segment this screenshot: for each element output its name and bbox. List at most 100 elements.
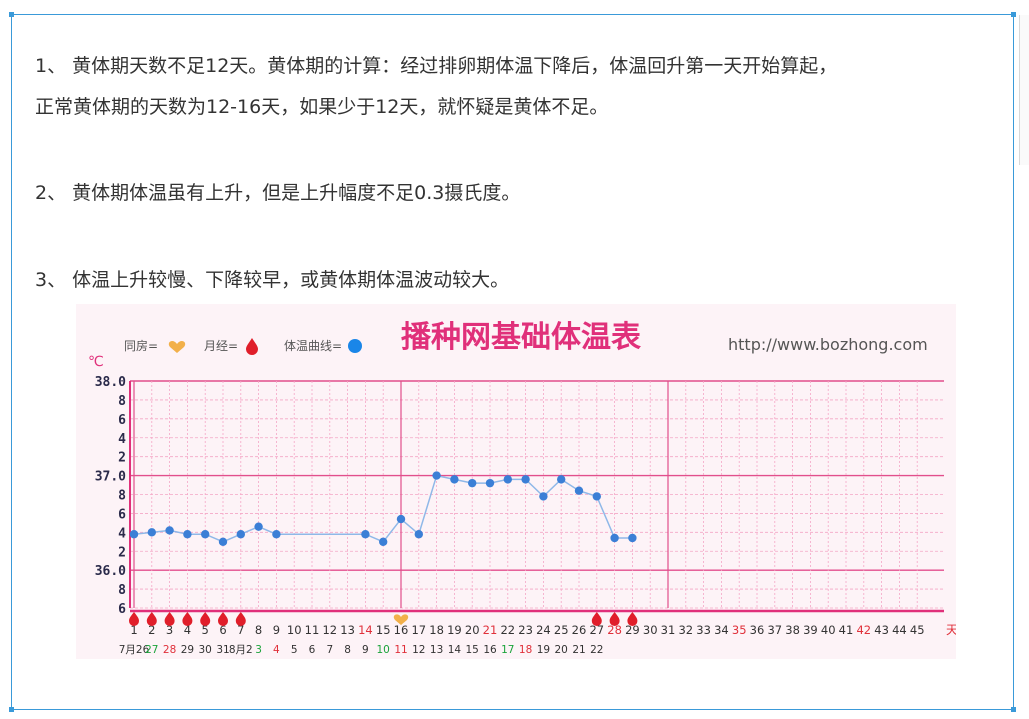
frame-corner (9, 707, 14, 712)
bbt-chart: 同房= 月经= 体温曲线= 播种网基础体温表 http://www.bozhong.… (76, 304, 956, 659)
x-day-label: 10 (287, 623, 302, 637)
x-day-label: 37 (767, 623, 782, 637)
x-date-label: 8月2 (229, 644, 253, 656)
x-day-label: 38 (785, 623, 800, 637)
x-date-label: 14 (448, 644, 462, 656)
x-axis-unit: 天 (946, 623, 956, 637)
temperature-point (539, 492, 548, 501)
x-date-label: 20 (555, 644, 568, 656)
x-date-label: 12 (412, 644, 425, 656)
temperature-point (183, 530, 192, 539)
temperature-point (414, 530, 423, 539)
x-day-label: 20 (465, 623, 480, 637)
x-date-label: 7 (326, 644, 333, 656)
x-date-label: 11 (394, 644, 407, 656)
x-day-label: 26 (572, 623, 587, 637)
x-day-label: 22 (500, 623, 515, 637)
temperature-point (610, 533, 619, 543)
x-day-label: 25 (554, 623, 569, 637)
x-day-label: 17 (411, 623, 426, 637)
temperature-point (201, 530, 210, 539)
y-tick-label: 8 (118, 394, 126, 409)
legend-curve-label: 体温曲线= (284, 339, 342, 353)
x-day-label: 8 (255, 623, 262, 637)
frame-corner (9, 12, 14, 17)
curve-dot-icon (348, 339, 362, 353)
chart-url: http://www.bozhong.com (728, 335, 928, 354)
chart-title: 播种网基础体温表 (401, 320, 641, 355)
temperature-point (468, 478, 477, 488)
y-tick-label: 8 (118, 583, 126, 598)
x-date-label: 22 (590, 644, 603, 656)
temperature-point (574, 486, 584, 495)
y-tick-label: 2 (118, 545, 126, 560)
y-tick-label: 8 (118, 489, 126, 504)
x-day-label: 24 (536, 623, 551, 637)
temperature-point (592, 492, 601, 501)
y-tick-label: 6 (118, 602, 126, 617)
x-date-label: 8 (344, 644, 351, 656)
x-date-label: 29 (181, 644, 194, 656)
x-day-label: 41 (839, 623, 854, 637)
x-date-label: 3 (255, 644, 262, 656)
y-tick-label: 4 (118, 526, 126, 541)
x-date-label: 18 (519, 644, 532, 656)
x-day-label: 16 (394, 623, 409, 637)
temperature-point (396, 514, 406, 524)
x-day-label: 19 (447, 623, 462, 637)
x-date-label: 30 (199, 644, 212, 656)
x-day-label: 43 (874, 623, 889, 637)
frame-corner (1011, 12, 1016, 17)
temperature-point (218, 537, 228, 546)
x-date-label: 13 (430, 644, 443, 656)
scrollbar[interactable] (1019, 15, 1029, 165)
x-day-label: 11 (305, 623, 320, 637)
x-date-label: 16 (483, 644, 497, 656)
x-date-label: 10 (377, 644, 390, 656)
x-day-label: 42 (856, 623, 871, 637)
y-tick-label: 2 (118, 451, 126, 466)
x-day-label: 23 (518, 623, 533, 637)
chart-background (76, 304, 956, 659)
x-date-label: 19 (537, 644, 550, 656)
x-day-label: 44 (892, 623, 907, 637)
x-day-label: 39 (803, 623, 818, 637)
temperature-point (450, 475, 459, 484)
temperature-point (254, 522, 263, 531)
frame-corner (1011, 707, 1016, 712)
y-axis-unit: ℃ (88, 354, 104, 370)
y-tick-label: 37.0 (95, 470, 126, 485)
y-tick-label: 36.0 (95, 564, 126, 579)
x-day-label: 33 (696, 623, 711, 637)
temperature-point (236, 530, 245, 539)
x-date-label: 21 (572, 644, 585, 656)
x-day-label: 30 (643, 623, 658, 637)
x-day-label: 45 (910, 623, 925, 637)
temperature-point (165, 526, 174, 535)
y-tick-label: 38.0 (95, 375, 126, 390)
temperature-point (361, 530, 370, 539)
paragraph-2: 2、 黄体期体温虽有上升，但是上升幅度不足0.3摄氏度。 (35, 182, 521, 204)
x-day-label: 36 (750, 623, 765, 637)
x-day-label: 18 (429, 623, 444, 637)
temperature-point (521, 475, 530, 484)
x-day-label: 35 (732, 623, 747, 637)
x-day-label: 32 (678, 623, 693, 637)
x-day-label: 31 (661, 623, 676, 637)
legend-period-label: 月经= (204, 339, 238, 353)
x-date-label: 31 (216, 644, 229, 656)
temperature-point (628, 533, 637, 543)
x-day-label: 34 (714, 623, 729, 637)
x-date-label: 15 (466, 644, 479, 656)
temperature-point (272, 530, 281, 539)
temperature-point (485, 478, 495, 488)
x-day-label: 21 (483, 623, 498, 637)
temperature-point (432, 471, 441, 480)
x-date-label: 5 (291, 644, 298, 656)
x-date-label: 28 (163, 644, 176, 656)
x-date-label: 27 (145, 644, 158, 656)
y-tick-label: 6 (118, 507, 126, 522)
x-day-label: 14 (358, 623, 373, 637)
x-day-label: 12 (322, 623, 337, 637)
paragraph-3: 3、 体温上升较慢、下降较早，或黄体期体温波动较大。 (35, 269, 510, 291)
